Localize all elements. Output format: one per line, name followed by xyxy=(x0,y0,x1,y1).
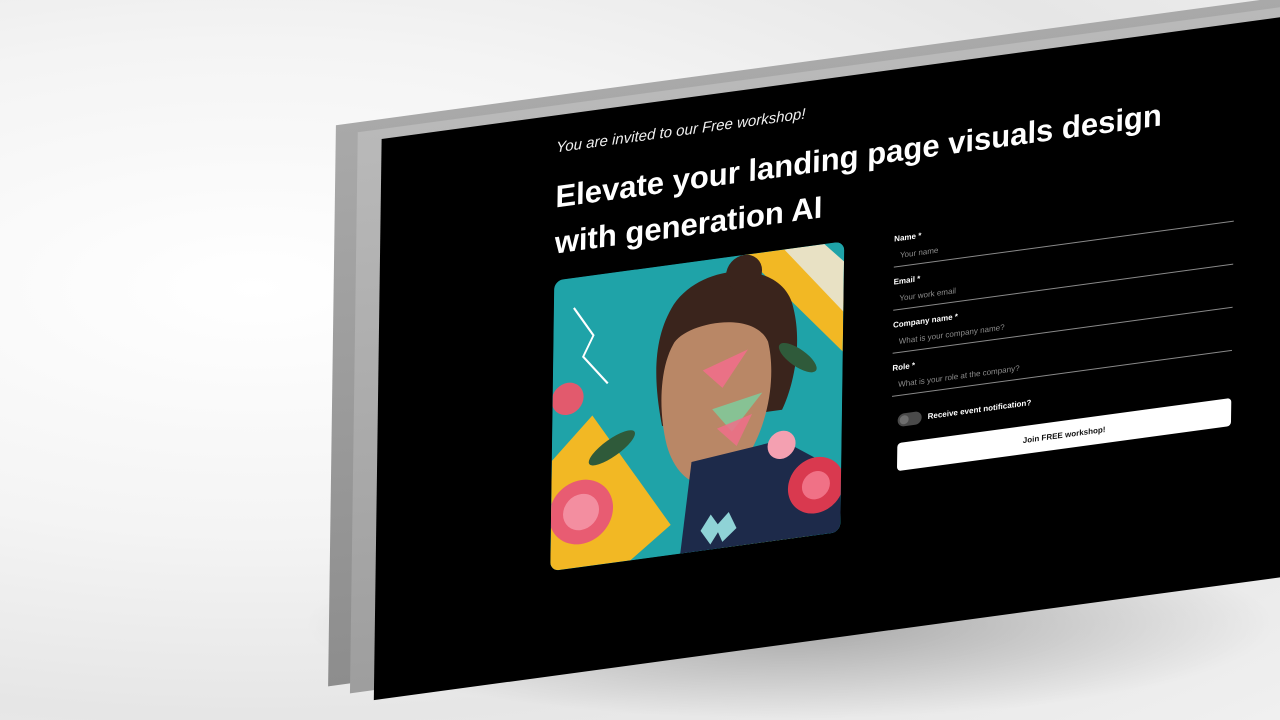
toggle-knob xyxy=(899,414,909,425)
tilted-device: You are invited to our Free workshop! El… xyxy=(322,0,1280,701)
mockup-stage: You are invited to our Free workshop! El… xyxy=(0,0,1280,720)
notification-toggle-label: Receive event notification? xyxy=(927,398,1032,422)
portrait-illustration-icon xyxy=(550,241,845,572)
notification-toggle[interactable] xyxy=(897,410,922,428)
signup-form: Name * Email * Company name * Role * xyxy=(891,189,1235,473)
hero-image xyxy=(550,241,845,572)
